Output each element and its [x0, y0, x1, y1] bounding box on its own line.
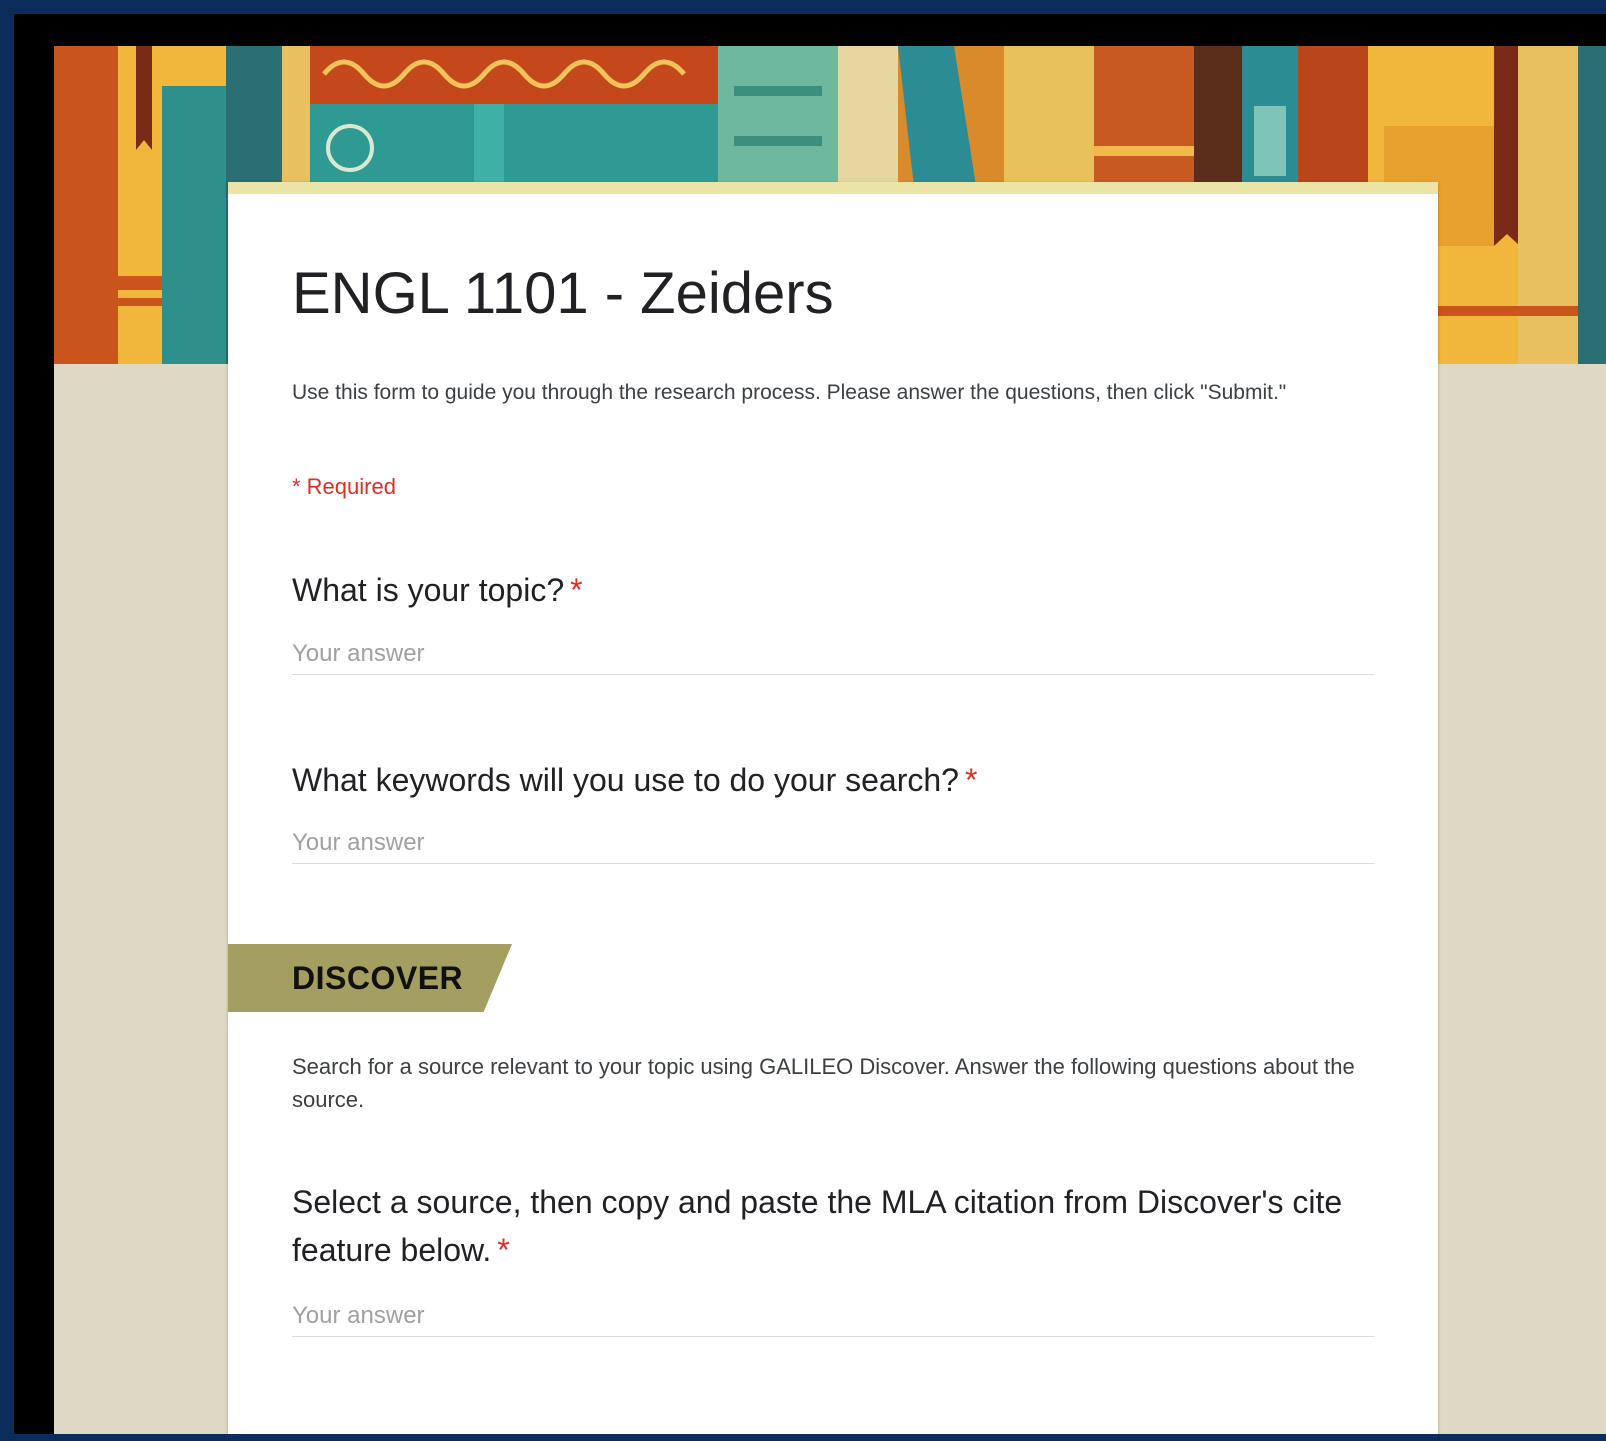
form-title: ENGL 1101 - Zeiders	[292, 261, 834, 326]
question-label: What keywords will you use to do your se…	[292, 762, 959, 798]
inner-frame: ENGL 1101 - Zeiders Use this form to gui…	[14, 14, 1606, 1434]
question-topic: What is your topic? *	[292, 566, 1382, 614]
keywords-answer-input[interactable]	[292, 823, 1374, 864]
required-note: * Required	[292, 474, 396, 499]
section-description: Search for a source relevant to your top…	[292, 1054, 1355, 1112]
form-description: Use this form to guide you through the r…	[292, 381, 1287, 404]
outer-frame: ENGL 1101 - Zeiders Use this form to gui…	[0, 0, 1606, 1441]
form-card: ENGL 1101 - Zeiders Use this form to gui…	[228, 182, 1438, 1434]
section-title: DISCOVER	[292, 960, 464, 996]
topic-answer-input[interactable]	[292, 634, 1374, 675]
question-label: What is your topic?	[292, 572, 565, 608]
section-header-tab: DISCOVER	[228, 944, 512, 1012]
question-keywords: What keywords will you use to do your se…	[292, 756, 1382, 804]
question-mla-citation: Select a source, then copy and paste the…	[292, 1178, 1382, 1274]
required-asterisk: *	[497, 1232, 510, 1268]
card-accent-bar	[228, 182, 1438, 194]
required-asterisk: *	[964, 762, 978, 798]
citation-answer-input[interactable]	[292, 1296, 1374, 1337]
question-label: Select a source, then copy and paste the…	[292, 1184, 1343, 1268]
form-page: ENGL 1101 - Zeiders Use this form to gui…	[54, 46, 1606, 1434]
required-asterisk: *	[570, 572, 583, 608]
